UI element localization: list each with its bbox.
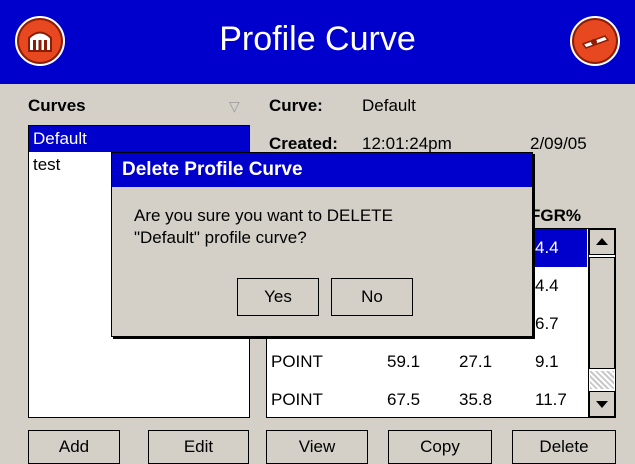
exit-icon (581, 35, 610, 49)
edit-button[interactable]: Edit (148, 430, 249, 464)
cell-fgr: 9.1 (535, 352, 559, 371)
yes-button[interactable]: Yes (237, 278, 319, 316)
arrow-down-icon (596, 401, 608, 408)
scroll-down-button[interactable] (589, 391, 615, 417)
exit-button[interactable] (570, 16, 620, 66)
created-label: Created: (269, 134, 338, 153)
cell-a: 67.5 (387, 390, 421, 409)
curves-label: Curves (28, 96, 86, 115)
delete-confirm-dialog: Delete Profile Curve Are you sure you wa… (111, 152, 533, 337)
add-button[interactable]: Add (28, 430, 120, 464)
delete-button[interactable]: Delete (512, 430, 616, 464)
cell-fgr: 11.7 (535, 390, 567, 409)
scroll-thumb[interactable] (589, 257, 615, 369)
curve-label: Curve: (269, 96, 323, 115)
dialog-title: Delete Profile Curve (112, 153, 532, 187)
cell-fgr: 6.7 (535, 314, 559, 333)
view-button[interactable]: View (266, 430, 368, 464)
cell-type: POINT (271, 352, 323, 371)
dialog-message-line2: "Default" profile curve? (134, 228, 307, 247)
arrow-up-icon (596, 238, 608, 245)
no-button[interactable]: No (331, 278, 413, 316)
cell-a: 59.1 (387, 352, 421, 371)
dialog-message: Are you sure you want to DELETE "Default… (134, 205, 514, 249)
table-row[interactable]: POINT 59.1 27.1 9.1 (267, 343, 587, 381)
page-title: Profile Curve (219, 20, 416, 58)
table-row[interactable]: POINT 67.5 35.8 11.7 (267, 381, 587, 419)
scroll-up-button[interactable] (589, 229, 615, 255)
cell-type: POINT (271, 390, 323, 409)
created-time: 12:01:24pm (362, 134, 452, 153)
filter-icon[interactable]: ▽ (229, 98, 240, 115)
cell-b: 27.1 (459, 352, 493, 371)
scroll-track[interactable] (590, 371, 614, 389)
title-bar: Profile Curve (0, 0, 635, 84)
cell-fgr: 4.4 (535, 238, 559, 257)
table-scrollbar[interactable] (588, 229, 615, 417)
copy-button[interactable]: Copy (388, 430, 492, 464)
dialog-message-line1: Are you sure you want to DELETE (134, 206, 393, 225)
cell-fgr: 4.4 (535, 276, 559, 295)
curve-value: Default (362, 96, 416, 115)
created-date: 2/09/05 (530, 134, 587, 153)
column-header-fgr: FGR% (530, 206, 581, 225)
list-item[interactable]: Default (29, 126, 249, 152)
cell-b: 35.8 (459, 390, 493, 409)
